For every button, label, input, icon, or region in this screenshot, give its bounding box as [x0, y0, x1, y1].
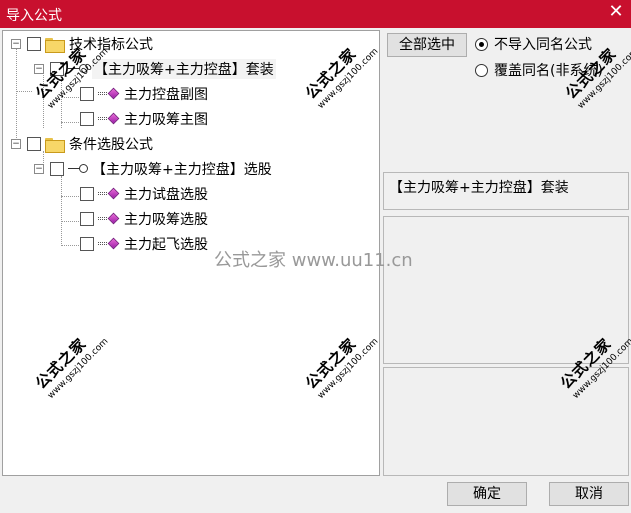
item-label: 主力试盘选股	[124, 187, 208, 203]
radio-label: 覆盖同名(非系统)	[494, 63, 603, 79]
item-label: 主力控盘副图	[124, 87, 208, 103]
radio-overwrite[interactable]: 覆盖同名(非系统)	[475, 61, 603, 79]
center-watermark: 公式之家 www.uu11.cn	[214, 250, 413, 271]
collapse-icon[interactable]: −	[34, 64, 44, 74]
set-label: 【主力吸筹+主力控盘】套装	[92, 59, 276, 79]
group-label: 技术指标公式	[69, 37, 153, 53]
radio-selected-icon[interactable]	[475, 37, 488, 51]
formula-icon	[98, 112, 120, 126]
formula-icon	[98, 187, 120, 201]
tree-item[interactable]: 主力吸筹选股	[80, 209, 208, 229]
title-bar: 导入公式 ✕	[0, 0, 631, 28]
formula-icon	[98, 212, 120, 226]
item-checkbox[interactable]	[80, 87, 94, 101]
folder-icon	[45, 137, 65, 153]
tree-item[interactable]: 主力吸筹主图	[80, 109, 208, 129]
item-label: 主力起飞选股	[124, 237, 208, 253]
radio-label: 不导入同名公式	[494, 37, 592, 53]
collapse-icon[interactable]: −	[11, 39, 21, 49]
set-checkbox[interactable]	[50, 62, 64, 76]
description-text: 【主力吸筹+主力控盘】套装	[389, 180, 569, 196]
set-label: 【主力吸筹+主力控盘】选股	[92, 162, 272, 178]
key-icon	[68, 163, 88, 175]
group-checkbox[interactable]	[27, 37, 41, 51]
ok-button[interactable]: 确定	[447, 482, 527, 506]
radio-skip-duplicates[interactable]: 不导入同名公式	[475, 35, 592, 53]
item-checkbox[interactable]	[80, 237, 94, 251]
description-box: 【主力吸筹+主力控盘】套装	[383, 172, 629, 210]
key-icon	[68, 63, 88, 75]
detail-panel-top	[383, 216, 629, 364]
detail-panel-bottom	[383, 367, 629, 476]
collapse-icon[interactable]: −	[34, 164, 44, 174]
select-all-button[interactable]: 全部选中	[387, 33, 467, 57]
group-label: 条件选股公式	[69, 137, 153, 153]
collapse-icon[interactable]: −	[11, 139, 21, 149]
close-icon[interactable]: ✕	[607, 3, 625, 21]
cancel-button[interactable]: 取消	[549, 482, 629, 506]
folder-icon	[45, 37, 65, 53]
tree-item[interactable]: 主力起飞选股	[80, 234, 208, 254]
tree-set-technical[interactable]: − 【主力吸筹+主力控盘】套装	[34, 59, 276, 79]
item-checkbox[interactable]	[80, 212, 94, 226]
tree-group-screening[interactable]: − 条件选股公式	[11, 134, 153, 154]
item-label: 主力吸筹主图	[124, 112, 208, 128]
item-checkbox[interactable]	[80, 187, 94, 201]
formula-icon	[98, 87, 120, 101]
tree-item[interactable]: 主力试盘选股	[80, 184, 208, 204]
item-label: 主力吸筹选股	[124, 212, 208, 228]
tree-item[interactable]: 主力控盘副图	[80, 84, 208, 104]
set-checkbox[interactable]	[50, 162, 64, 176]
tree-set-screening[interactable]: − 【主力吸筹+主力控盘】选股	[34, 159, 272, 179]
group-checkbox[interactable]	[27, 137, 41, 151]
tree-group-technical[interactable]: − 技术指标公式	[11, 34, 153, 54]
radio-unselected-icon[interactable]	[475, 63, 488, 77]
item-checkbox[interactable]	[80, 112, 94, 126]
window-title: 导入公式	[6, 8, 62, 24]
formula-icon	[98, 237, 120, 251]
